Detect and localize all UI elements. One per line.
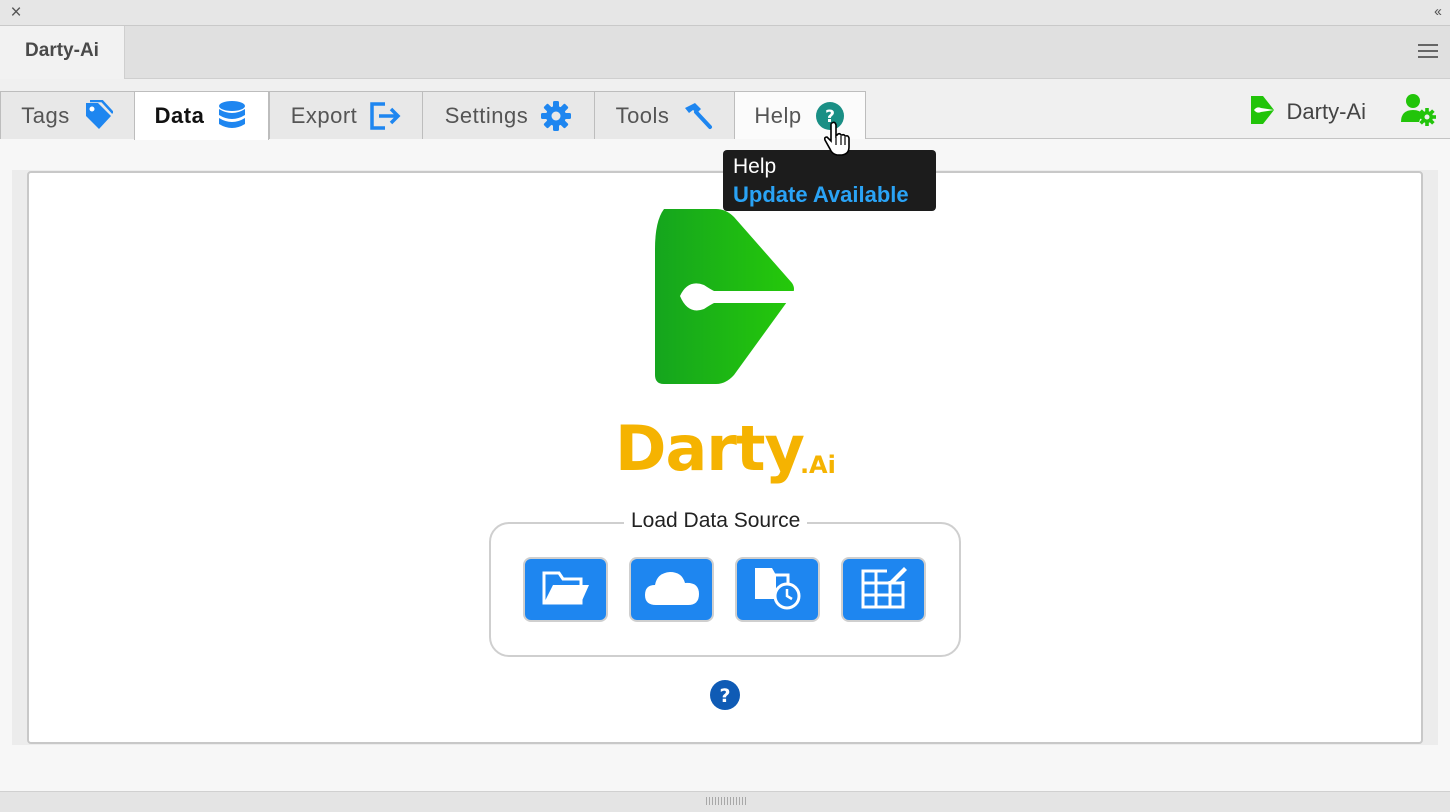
- tab-tools[interactable]: Tools: [594, 91, 735, 139]
- edit-table-icon: [860, 563, 908, 616]
- darty-logo-mark: [654, 209, 796, 390]
- panel-header: Darty-Ai: [0, 26, 1450, 79]
- update-available-link[interactable]: Update Available: [733, 180, 926, 210]
- tab-tags[interactable]: Tags: [0, 91, 135, 139]
- tab-export[interactable]: Export: [269, 91, 423, 139]
- open-folder-icon: [541, 567, 591, 612]
- tab-strip: Tags Data Export Settings Tools Help ? D…: [0, 79, 1450, 140]
- tab-label: Tags: [21, 102, 70, 128]
- collapse-panel-icon[interactable]: ‹‹: [1434, 3, 1442, 20]
- load-data-source-legend: Load Data Source: [624, 508, 808, 534]
- brand-suffix: .Ai: [799, 451, 836, 479]
- data-help-icon[interactable]: ?: [709, 679, 741, 711]
- panel-menu-icon[interactable]: [1418, 44, 1438, 60]
- tab-label: Data: [154, 103, 205, 128]
- database-icon: [216, 100, 248, 132]
- hand-cursor-icon: [823, 121, 857, 162]
- brand-name: Darty: [615, 412, 805, 485]
- edit-table-button[interactable]: [841, 557, 926, 622]
- recent-source-button[interactable]: [735, 557, 820, 622]
- resize-grip[interactable]: [706, 797, 746, 805]
- user-name[interactable]: Darty-Ai: [1287, 99, 1366, 125]
- tab-label: Export: [290, 102, 358, 128]
- hammer-icon: [681, 100, 713, 132]
- user-area: Darty-Ai: [1249, 93, 1438, 131]
- gear-icon: [540, 100, 572, 132]
- recent-folder-icon: [752, 563, 804, 616]
- bottom-bar: [0, 791, 1450, 812]
- user-settings-icon[interactable]: [1400, 92, 1438, 133]
- cloud-icon: [644, 567, 700, 612]
- close-icon[interactable]: ×: [8, 3, 24, 23]
- tab-label: Help: [754, 102, 802, 128]
- cloud-source-button[interactable]: [629, 557, 714, 622]
- tab-label: Settings: [444, 102, 529, 128]
- tab-settings[interactable]: Settings: [422, 91, 595, 139]
- open-file-button[interactable]: [523, 557, 608, 622]
- export-icon: [369, 100, 401, 132]
- brand-wordmark: Darty .Ai: [615, 405, 836, 485]
- window-titlebar: × ‹‹: [0, 0, 1450, 26]
- tab-data[interactable]: Data: [134, 91, 269, 140]
- darty-logo-icon: [1249, 94, 1275, 131]
- tag-icon: [82, 99, 114, 132]
- svg-text:?: ?: [719, 685, 730, 707]
- panel-tab-darty-ai[interactable]: Darty-Ai: [0, 26, 125, 79]
- tab-label: Tools: [615, 102, 670, 128]
